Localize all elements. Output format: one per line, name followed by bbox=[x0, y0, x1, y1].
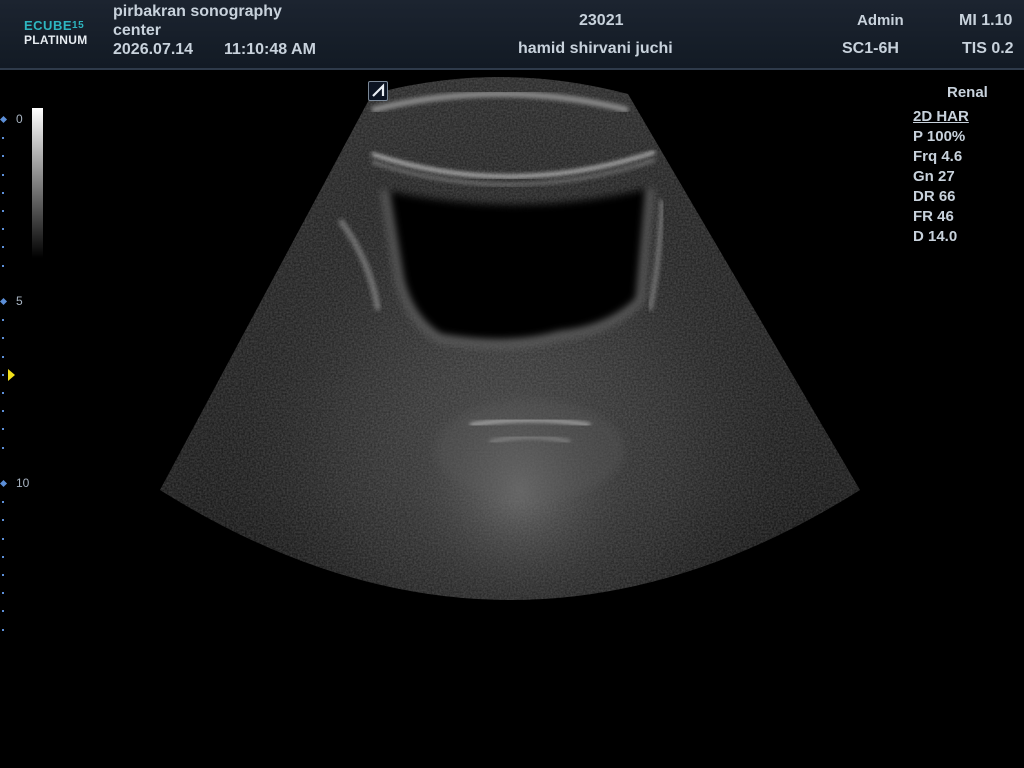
thermal-index: TIS 0.2 bbox=[962, 40, 1014, 57]
depth-minor-tick bbox=[2, 155, 4, 158]
depth-minor-tick bbox=[2, 501, 4, 504]
ultrasound-image[interactable] bbox=[0, 70, 1024, 768]
depth-label-10: 10 bbox=[16, 476, 30, 490]
probe-label[interactable]: SC1-6H bbox=[842, 40, 899, 58]
header-bar: ECUBE15 PLATINUM pirbakran sonography ce… bbox=[0, 0, 1024, 70]
depth-minor-tick bbox=[2, 574, 4, 576]
user-label: Admin bbox=[857, 12, 904, 29]
depth-major-tick bbox=[0, 297, 8, 306]
depth-major-tick bbox=[0, 115, 8, 124]
depth-minor-tick bbox=[2, 555, 4, 558]
exam-date: 2026.07.14 bbox=[113, 41, 194, 58]
patient-id[interactable]: 23021 bbox=[579, 12, 624, 30]
depth-minor-tick bbox=[2, 537, 4, 540]
depth-minor-tick bbox=[2, 173, 4, 176]
focus-marker-icon[interactable] bbox=[8, 369, 15, 381]
patient-name[interactable]: hamid shirvani juchi bbox=[518, 40, 673, 58]
depth-scale: 0 5 10 bbox=[0, 110, 40, 640]
depth-minor-tick bbox=[2, 628, 4, 631]
logo-brand: ECUBE bbox=[24, 18, 73, 33]
image-area[interactable]: 0 5 10 Renal 2D HAR P 100% Frq 4.6 Gn 27… bbox=[0, 70, 1024, 768]
depth-minor-tick bbox=[2, 373, 4, 376]
parameters-panel: Renal 2D HAR P 100% Frq 4.6 Gn 27 DR 66 … bbox=[913, 84, 1023, 247]
depth-minor-tick bbox=[2, 337, 4, 340]
depth-minor-tick bbox=[2, 137, 4, 140]
depth-minor-tick bbox=[2, 610, 4, 613]
orientation-marker-icon bbox=[368, 81, 388, 101]
depth-minor-tick bbox=[2, 392, 4, 394]
depth-minor-tick bbox=[2, 428, 4, 431]
institution-name: pirbakran sonography bbox=[113, 3, 282, 20]
param-depth: D 14.0 bbox=[913, 228, 958, 245]
param-frame-rate: FR 46 bbox=[913, 208, 954, 225]
depth-minor-tick bbox=[2, 519, 4, 522]
preset-label[interactable]: Renal bbox=[947, 84, 1023, 102]
depth-major-tick bbox=[0, 479, 8, 488]
depth-minor-tick bbox=[2, 410, 4, 413]
imaging-mode[interactable]: 2D HAR bbox=[913, 107, 1023, 127]
exam-time: 11:10:48 AM bbox=[224, 41, 316, 58]
depth-label-5: 5 bbox=[16, 294, 23, 308]
ultrasound-screen: ECUBE15 PLATINUM pirbakran sonography ce… bbox=[0, 0, 1024, 768]
mechanical-index: MI 1.10 bbox=[959, 12, 1013, 29]
institution-name-line2: center bbox=[113, 22, 162, 39]
depth-minor-tick bbox=[2, 319, 4, 322]
depth-minor-tick bbox=[2, 246, 4, 249]
depth-label-0: 0 bbox=[16, 112, 23, 126]
param-gain: Gn 27 bbox=[913, 168, 955, 185]
logo-edition: PLATINUM bbox=[24, 33, 88, 47]
depth-minor-tick bbox=[2, 446, 4, 449]
depth-minor-tick bbox=[2, 210, 4, 212]
logo-model-number: 15 bbox=[72, 20, 85, 31]
param-power: P 100% bbox=[913, 128, 966, 145]
depth-minor-tick bbox=[2, 264, 4, 267]
device-logo: ECUBE15 PLATINUM bbox=[24, 18, 104, 48]
depth-minor-tick bbox=[2, 191, 4, 194]
depth-minor-tick bbox=[2, 355, 4, 358]
param-frequency: Frq 4.6 bbox=[913, 148, 963, 165]
depth-minor-tick bbox=[2, 592, 4, 595]
param-dynamic-range: DR 66 bbox=[913, 188, 956, 205]
depth-minor-tick bbox=[2, 228, 4, 231]
